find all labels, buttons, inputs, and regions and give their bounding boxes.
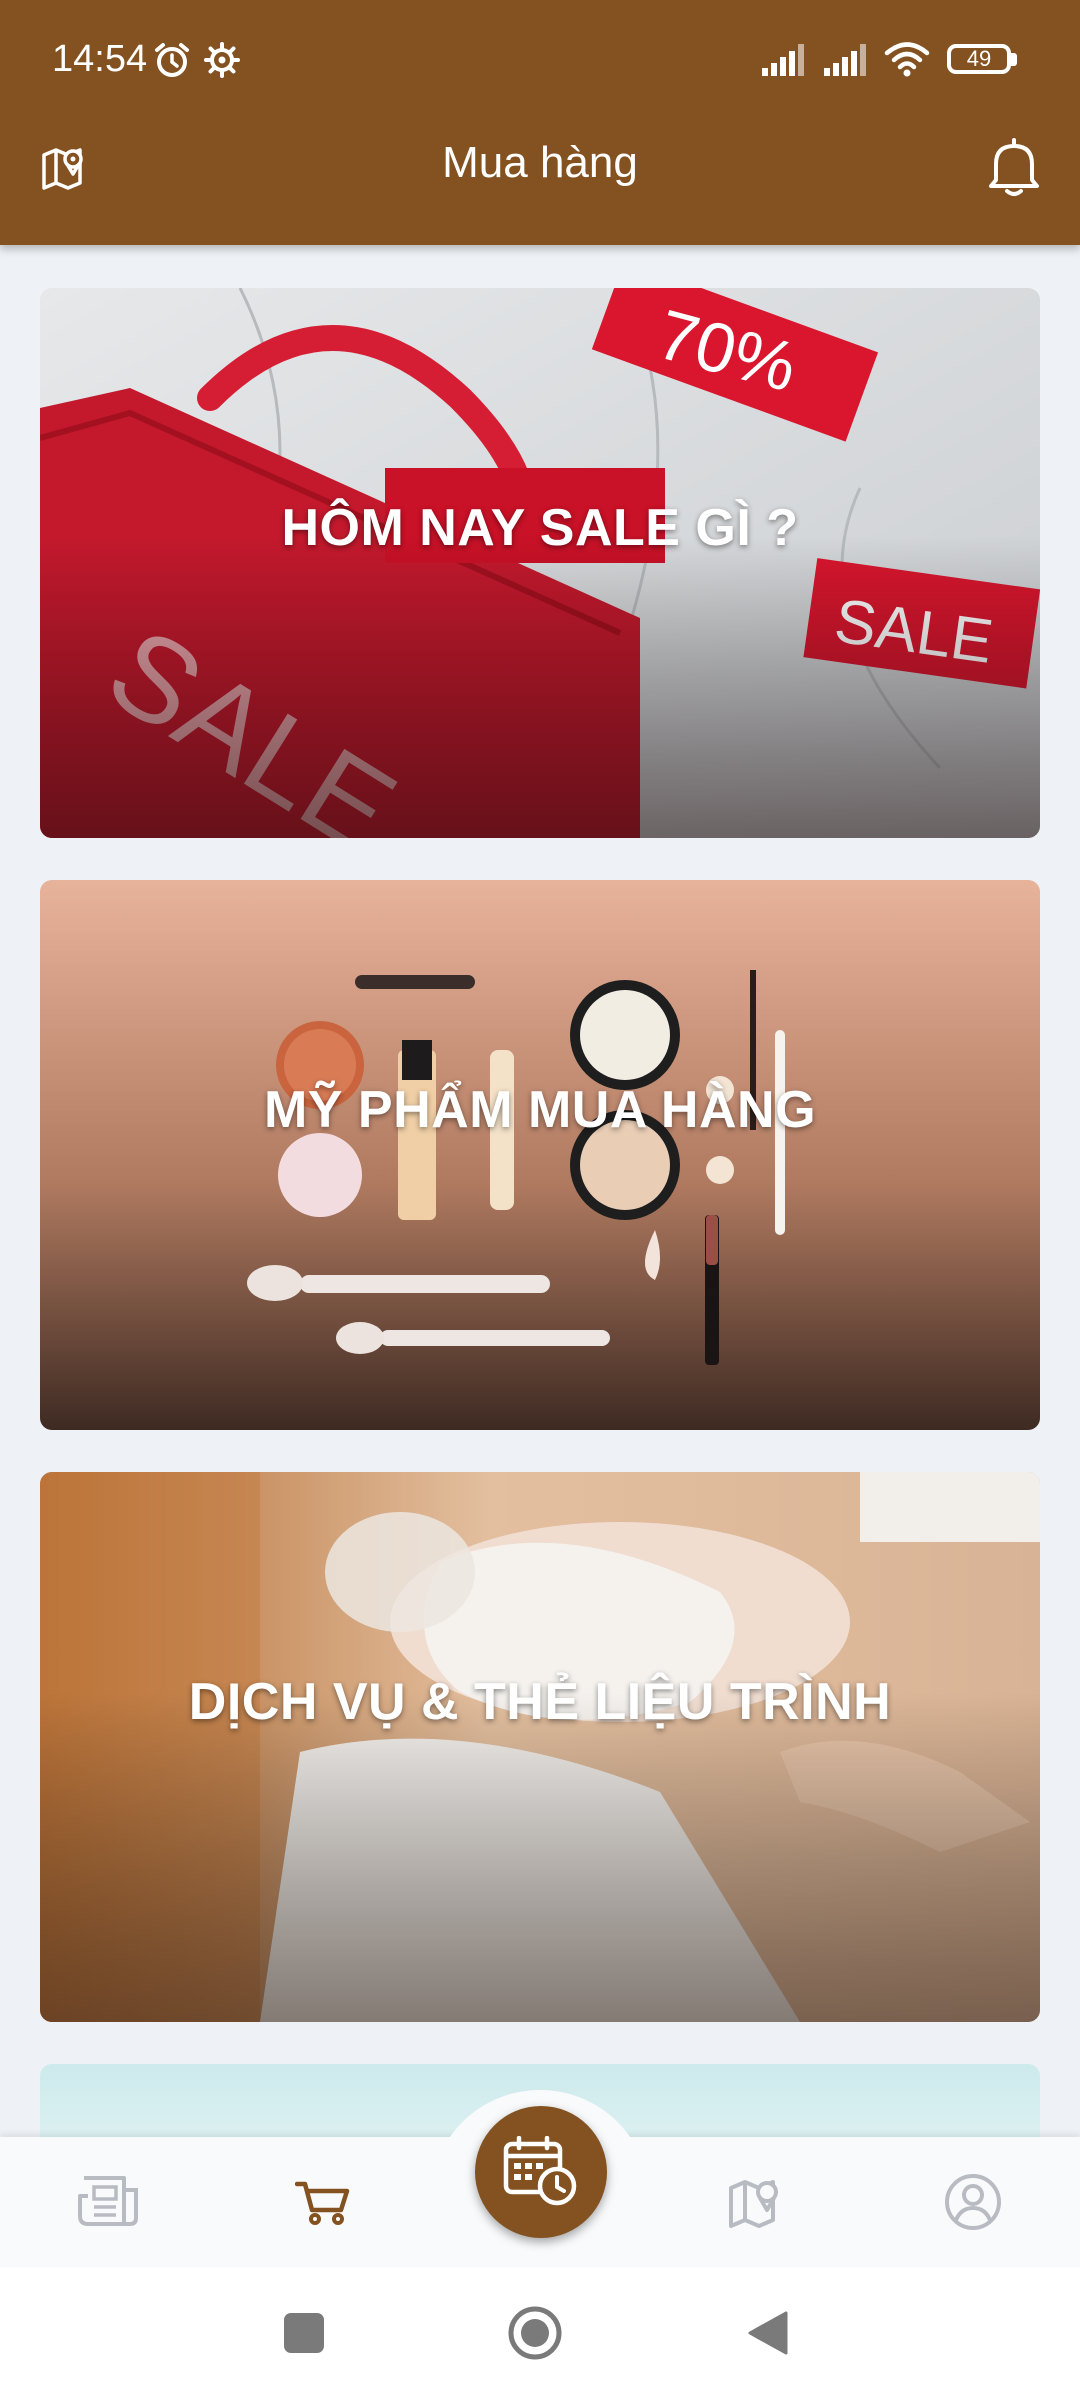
settings-gear-icon [204,42,240,78]
cart-icon [295,2181,350,2225]
nav-shop[interactable] [278,2157,368,2247]
card-title: MỸ PHẨM MUA HÀNG [263,1081,817,1139]
cosmetics-card[interactable]: MỸ PHẨM MUA HÀNG [40,880,1040,1430]
map-pin-icon [729,2180,778,2228]
back-icon[interactable] [746,2309,790,2357]
nav-account[interactable] [928,2157,1018,2247]
booking-fab[interactable] [475,2106,607,2238]
signal-icon [824,44,866,76]
sale-card[interactable]: 70% SALE SALE HÔM NAY SALE GÌ ? [40,288,1040,838]
account-icon [945,2174,1001,2230]
alarm-icon [155,43,189,77]
newspaper-icon [78,2176,138,2226]
card-title: DỊCH VỤ & THẺ LIỆU TRÌNH [188,1673,892,1731]
system-nav-bar [0,2267,1080,2400]
card-title: HÔM NAY SALE GÌ ? [281,499,799,557]
nav-news[interactable] [63,2157,153,2247]
battery-cap [1011,53,1017,66]
nav-map[interactable] [712,2157,802,2247]
recents-icon[interactable] [282,2311,326,2355]
bell-icon[interactable] [986,136,1042,198]
page-title: Mua hàng [442,138,638,187]
status-bar: 14:54 49 [0,0,1080,120]
calendar-clock-icon [503,2136,577,2206]
battery-icon: 49 [947,44,1011,74]
app-header: 14:54 49 Mua hàng [0,0,1080,245]
home-icon[interactable] [507,2305,563,2361]
signal-icon [762,44,804,76]
wifi-icon [884,42,930,77]
services-card[interactable]: DỊCH VỤ & THẺ LIỆU TRÌNH [40,1472,1040,2022]
status-time: 14:54 [52,38,148,80]
